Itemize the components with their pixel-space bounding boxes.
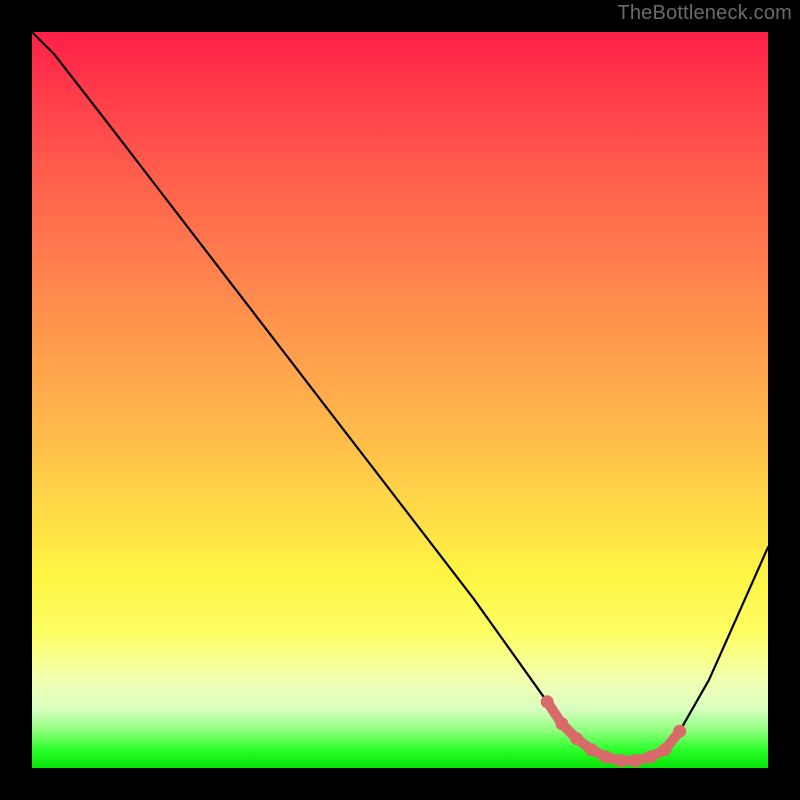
- plot-area: [32, 32, 768, 768]
- optimal-dot: [659, 744, 671, 756]
- bottleneck-curve: [32, 32, 768, 761]
- optimal-dot: [674, 725, 686, 737]
- optimal-dot: [571, 733, 583, 745]
- optimal-dot: [541, 696, 553, 708]
- optimal-dot: [630, 755, 642, 767]
- optimal-dot: [644, 751, 656, 763]
- optimal-dot: [615, 755, 627, 767]
- chart-frame: TheBottleneck.com: [0, 0, 800, 800]
- optimal-dot: [585, 744, 597, 756]
- optimal-dot: [556, 718, 568, 730]
- watermark-text: TheBottleneck.com: [617, 2, 792, 25]
- curve-layer: [32, 32, 768, 768]
- optimal-dot: [600, 751, 612, 763]
